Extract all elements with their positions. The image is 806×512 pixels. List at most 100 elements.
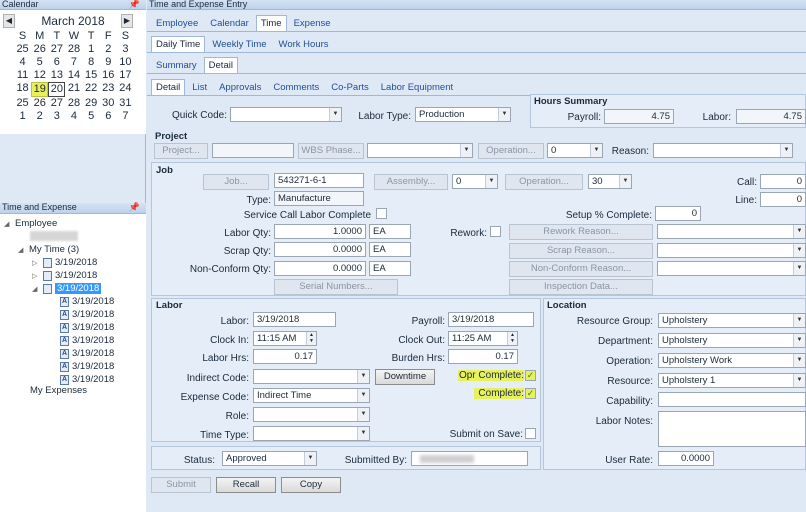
tab-weekly-time[interactable]: Weekly Time bbox=[207, 36, 271, 52]
tab-expense[interactable]: Expense bbox=[289, 15, 336, 31]
calendar-day[interactable]: 25 bbox=[14, 97, 31, 110]
job-button[interactable]: Job... bbox=[203, 174, 269, 190]
clock-in-spinner-icon[interactable]: ▲ ▼ bbox=[306, 332, 316, 345]
calendar-day[interactable]: 4 bbox=[14, 56, 31, 69]
service-call-checkbox[interactable] bbox=[376, 208, 387, 219]
job-operation-dropdown[interactable]: 30 ▼ bbox=[588, 174, 632, 189]
wbs-phase-dropdown[interactable]: ▼ bbox=[367, 143, 473, 158]
scrap-reason-dropdown[interactable]: ▼ bbox=[657, 243, 806, 258]
calendar-day[interactable]: 9 bbox=[100, 56, 117, 69]
tab-time[interactable]: Time bbox=[255, 15, 287, 31]
downtime-button[interactable]: Downtime bbox=[375, 369, 435, 385]
complete-checkbox[interactable]: ✓ bbox=[525, 388, 536, 399]
clock-out-field[interactable]: 11:25 AM ▲ ▼ bbox=[448, 331, 518, 346]
setup-complete-field[interactable]: 0 bbox=[655, 206, 701, 221]
calendar-day[interactable]: 26 bbox=[31, 97, 48, 110]
tree-item-labor-entry[interactable]: A 3/19/2018 bbox=[60, 361, 114, 372]
quick-code-dropdown[interactable]: ▼ bbox=[230, 107, 342, 122]
submit-button[interactable]: Submit bbox=[151, 477, 211, 493]
tree-item-employee[interactable]: ◢ Employee bbox=[4, 218, 57, 229]
serial-numbers-button[interactable]: Serial Numbers... bbox=[274, 279, 398, 295]
department-dropdown[interactable]: Upholstery ▼ bbox=[658, 333, 806, 348]
nonconform-qty-field[interactable]: 0.0000 bbox=[274, 261, 366, 276]
rework-checkbox[interactable] bbox=[490, 226, 501, 237]
inspection-data-button[interactable]: Inspection Data... bbox=[509, 279, 653, 295]
calendar-day[interactable]: 29 bbox=[83, 97, 100, 110]
call-field[interactable]: 0 bbox=[760, 174, 806, 189]
labor-hrs-field[interactable]: 0.17 bbox=[253, 349, 317, 364]
reason-dropdown[interactable]: ▼ bbox=[653, 143, 793, 158]
rework-reason-button[interactable]: Rework Reason... bbox=[509, 224, 653, 240]
calendar-day[interactable]: 27 bbox=[48, 43, 65, 56]
tree-item-labor-entry[interactable]: A 3/19/2018 bbox=[60, 296, 114, 307]
labor-date-field[interactable]: 3/19/2018 bbox=[253, 312, 336, 327]
calendar-day[interactable]: 13 bbox=[48, 69, 65, 82]
tree-item-my-expenses[interactable]: My Expenses bbox=[30, 385, 87, 396]
calendar-day[interactable]: 16 bbox=[100, 69, 117, 82]
calendar-day[interactable]: 27 bbox=[48, 97, 65, 110]
assembly-dropdown[interactable]: 0 ▼ bbox=[452, 174, 498, 189]
tab-detail[interactable]: Detail bbox=[203, 57, 238, 73]
copy-button[interactable]: Copy bbox=[281, 477, 341, 493]
labor-notes-field[interactable] bbox=[658, 411, 806, 447]
calendar-day[interactable]: 18 bbox=[14, 82, 31, 97]
location-operation-dropdown[interactable]: Upholstery Work ▼ bbox=[658, 353, 806, 368]
pin-icon[interactable]: 📌 bbox=[129, 0, 140, 9]
collapse-icon[interactable]: ◢ bbox=[32, 285, 40, 293]
calendar-day[interactable]: 22 bbox=[83, 82, 100, 97]
calendar-day[interactable]: 24 bbox=[117, 82, 134, 97]
calendar-day[interactable]: 23 bbox=[100, 82, 117, 97]
calendar-day[interactable]: 10 bbox=[117, 56, 134, 69]
tab-comments[interactable]: Comments bbox=[268, 79, 324, 95]
tree-item-labor-entry[interactable]: A 3/19/2018 bbox=[60, 348, 114, 359]
calendar-day[interactable]: 3 bbox=[117, 43, 134, 56]
payroll-date-field[interactable]: 3/19/2018 bbox=[448, 312, 534, 327]
calendar-day[interactable]: 2 bbox=[100, 43, 117, 56]
project-operation-button[interactable]: Operation... bbox=[478, 143, 544, 159]
calendar-day[interactable]: 25 bbox=[14, 43, 31, 56]
line-field[interactable]: 0 bbox=[760, 192, 806, 207]
nonconform-reason-dropdown[interactable]: ▼ bbox=[657, 261, 806, 276]
calendar-day[interactable]: 14 bbox=[65, 69, 82, 82]
expand-icon[interactable]: ▷ bbox=[32, 272, 40, 280]
submit-on-save-checkbox[interactable] bbox=[525, 428, 536, 439]
tree-item-date[interactable]: ▷ 3/19/2018 bbox=[32, 270, 97, 281]
role-dropdown[interactable]: ▼ bbox=[253, 407, 370, 422]
clock-out-spinner-icon[interactable]: ▲ ▼ bbox=[507, 332, 517, 345]
calendar-day[interactable]: 1 bbox=[83, 43, 100, 56]
job-number-field[interactable]: 543271-6-1 bbox=[274, 173, 364, 188]
tab-daily-time[interactable]: Daily Time bbox=[151, 36, 206, 52]
tree-item-labor-entry[interactable]: A 3/19/2018 bbox=[60, 374, 114, 385]
time-type-dropdown[interactable]: ▼ bbox=[253, 426, 370, 441]
resource-group-dropdown[interactable]: Upholstery ▼ bbox=[658, 313, 806, 328]
tab-co-parts[interactable]: Co-Parts bbox=[326, 79, 373, 95]
calendar-day[interactable]: 11 bbox=[14, 69, 31, 82]
scrap-qty-field[interactable]: 0.0000 bbox=[274, 242, 366, 257]
labor-type-dropdown[interactable]: Production ▼ bbox=[415, 107, 511, 122]
calendar-day[interactable]: 31 bbox=[117, 97, 134, 110]
project-operation-dropdown[interactable]: 0 ▼ bbox=[547, 143, 603, 158]
tree-item-labor-entry[interactable]: A 3/19/2018 bbox=[60, 335, 114, 346]
calendar-day[interactable]: 5 bbox=[31, 56, 48, 69]
tree-item-date[interactable]: ▷ 3/19/2018 bbox=[32, 257, 97, 268]
calendar-day[interactable]: 21 bbox=[65, 82, 82, 97]
tree-item-my-time[interactable]: ◢ My Time (3) bbox=[18, 244, 79, 255]
calendar-day[interactable]: 1 bbox=[14, 110, 31, 123]
expense-code-dropdown[interactable]: Indirect Time ▼ bbox=[253, 388, 370, 403]
calendar-day[interactable]: 3 bbox=[48, 110, 65, 123]
calendar-day[interactable]: 7 bbox=[117, 110, 134, 123]
collapse-icon[interactable]: ◢ bbox=[18, 246, 26, 254]
tab-calendar[interactable]: Calendar bbox=[205, 15, 254, 31]
job-operation-button[interactable]: Operation... bbox=[505, 174, 583, 190]
status-dropdown[interactable]: Approved ▼ bbox=[222, 451, 317, 466]
rework-reason-dropdown[interactable]: ▼ bbox=[657, 224, 806, 239]
labor-qty-field[interactable]: 1.0000 bbox=[274, 224, 366, 239]
opr-complete-checkbox[interactable]: ✓ bbox=[525, 370, 536, 381]
tab-summary[interactable]: Summary bbox=[151, 57, 202, 73]
calendar-day[interactable]: 28 bbox=[65, 43, 82, 56]
calendar-day[interactable]: 12 bbox=[31, 69, 48, 82]
nonconform-reason-button[interactable]: Non-Conform Reason... bbox=[509, 261, 653, 277]
calendar-day[interactable]: 28 bbox=[65, 97, 82, 110]
tab-labor-equipment[interactable]: Labor Equipment bbox=[376, 79, 458, 95]
calendar-day[interactable]: 4 bbox=[65, 110, 82, 123]
